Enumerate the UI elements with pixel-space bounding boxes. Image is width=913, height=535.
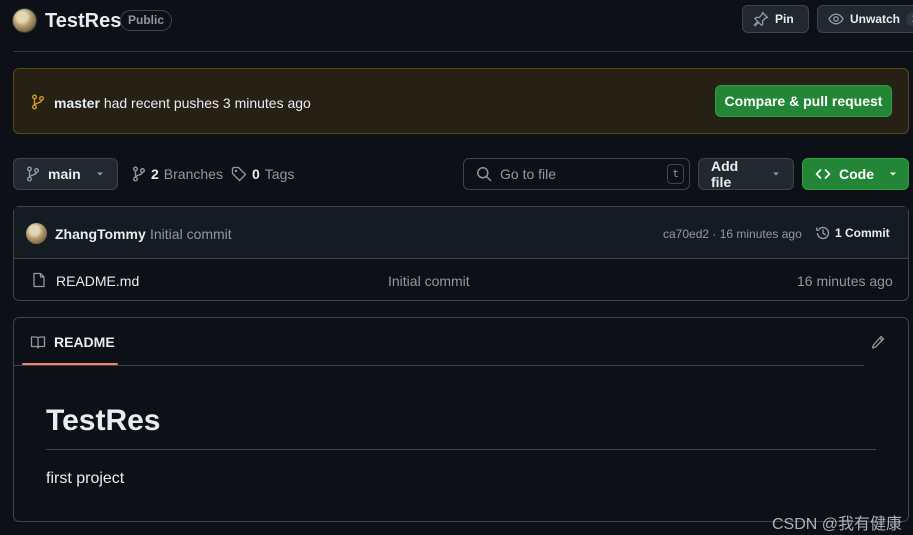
watermark: CSDN @我有健康 (772, 516, 903, 533)
code-label: Code (839, 166, 874, 182)
tag-icon (231, 166, 247, 182)
repo-title[interactable]: TestRes (45, 8, 121, 34)
readme-tab-label: README (54, 334, 115, 350)
file-commit-time: 16 minutes ago (797, 273, 893, 289)
pushed-branch-link[interactable]: master (54, 95, 100, 111)
book-icon (30, 334, 46, 350)
chevron-down-icon (95, 169, 105, 179)
chevron-down-icon (888, 169, 898, 179)
file-name-link[interactable]: README.md (56, 273, 139, 289)
commit-count-label: 1 Commit (835, 226, 890, 240)
add-file-label: Add file (711, 158, 739, 190)
file-icon (32, 272, 46, 288)
commit-message-link[interactable]: Initial commit (150, 226, 232, 242)
compare-pull-request-button[interactable]: Compare & pull request (715, 85, 892, 117)
search-placeholder: Go to file (500, 166, 557, 182)
commit-history-link[interactable]: 1 Commit (815, 225, 890, 241)
header-divider (13, 51, 913, 52)
readme-heading: TestRes (46, 404, 161, 437)
eye-icon (828, 11, 844, 27)
edit-pencil-icon[interactable] (870, 334, 886, 350)
tags-label: Tags (264, 166, 295, 182)
keyboard-shortcut-hint: t (667, 164, 684, 184)
tags-link[interactable]: 0 Tags (231, 166, 294, 182)
branches-count: 2 (151, 166, 159, 182)
add-file-button[interactable]: Add file (698, 158, 794, 190)
tags-count: 0 (252, 166, 260, 182)
pin-button[interactable]: Pin (742, 5, 809, 33)
search-icon (476, 166, 492, 182)
pin-icon (753, 11, 769, 27)
branch-select-button[interactable]: main (13, 158, 118, 190)
branches-link[interactable]: 2 Branches (132, 166, 223, 182)
chevron-down-icon (771, 169, 781, 179)
repo-owner-avatar[interactable] (12, 8, 37, 33)
visibility-badge: Public (120, 10, 173, 31)
branches-label: Branches (163, 166, 223, 182)
file-commit-message[interactable]: Initial commit (388, 273, 470, 289)
commit-author-link[interactable]: ZhangTommy (55, 226, 146, 242)
readme-header-divider (14, 365, 864, 366)
go-to-file-input[interactable] (463, 158, 690, 190)
unwatch-label: Unwatch (850, 12, 901, 26)
code-button[interactable]: Code (802, 158, 909, 190)
pin-label: Pin (775, 12, 794, 26)
heading-rule (46, 449, 876, 450)
history-icon (815, 225, 831, 241)
git-branch-icon (132, 166, 146, 182)
git-branch-icon (26, 166, 40, 182)
push-message: master had recent pushes 3 minutes ago (54, 94, 311, 112)
readme-body-text: first project (46, 470, 125, 487)
code-icon (815, 166, 831, 182)
git-branch-icon (31, 94, 45, 110)
avatar[interactable] (26, 223, 47, 244)
push-message-text: had recent pushes 3 minutes ago (103, 95, 311, 111)
branch-name: main (48, 166, 81, 182)
tab-readme[interactable]: README (30, 334, 115, 350)
watch-count: 1 (906, 12, 913, 26)
commit-hash-time[interactable]: ca70ed2 · 16 minutes ago (663, 227, 802, 241)
unwatch-button[interactable]: Unwatch 1 (817, 5, 913, 33)
